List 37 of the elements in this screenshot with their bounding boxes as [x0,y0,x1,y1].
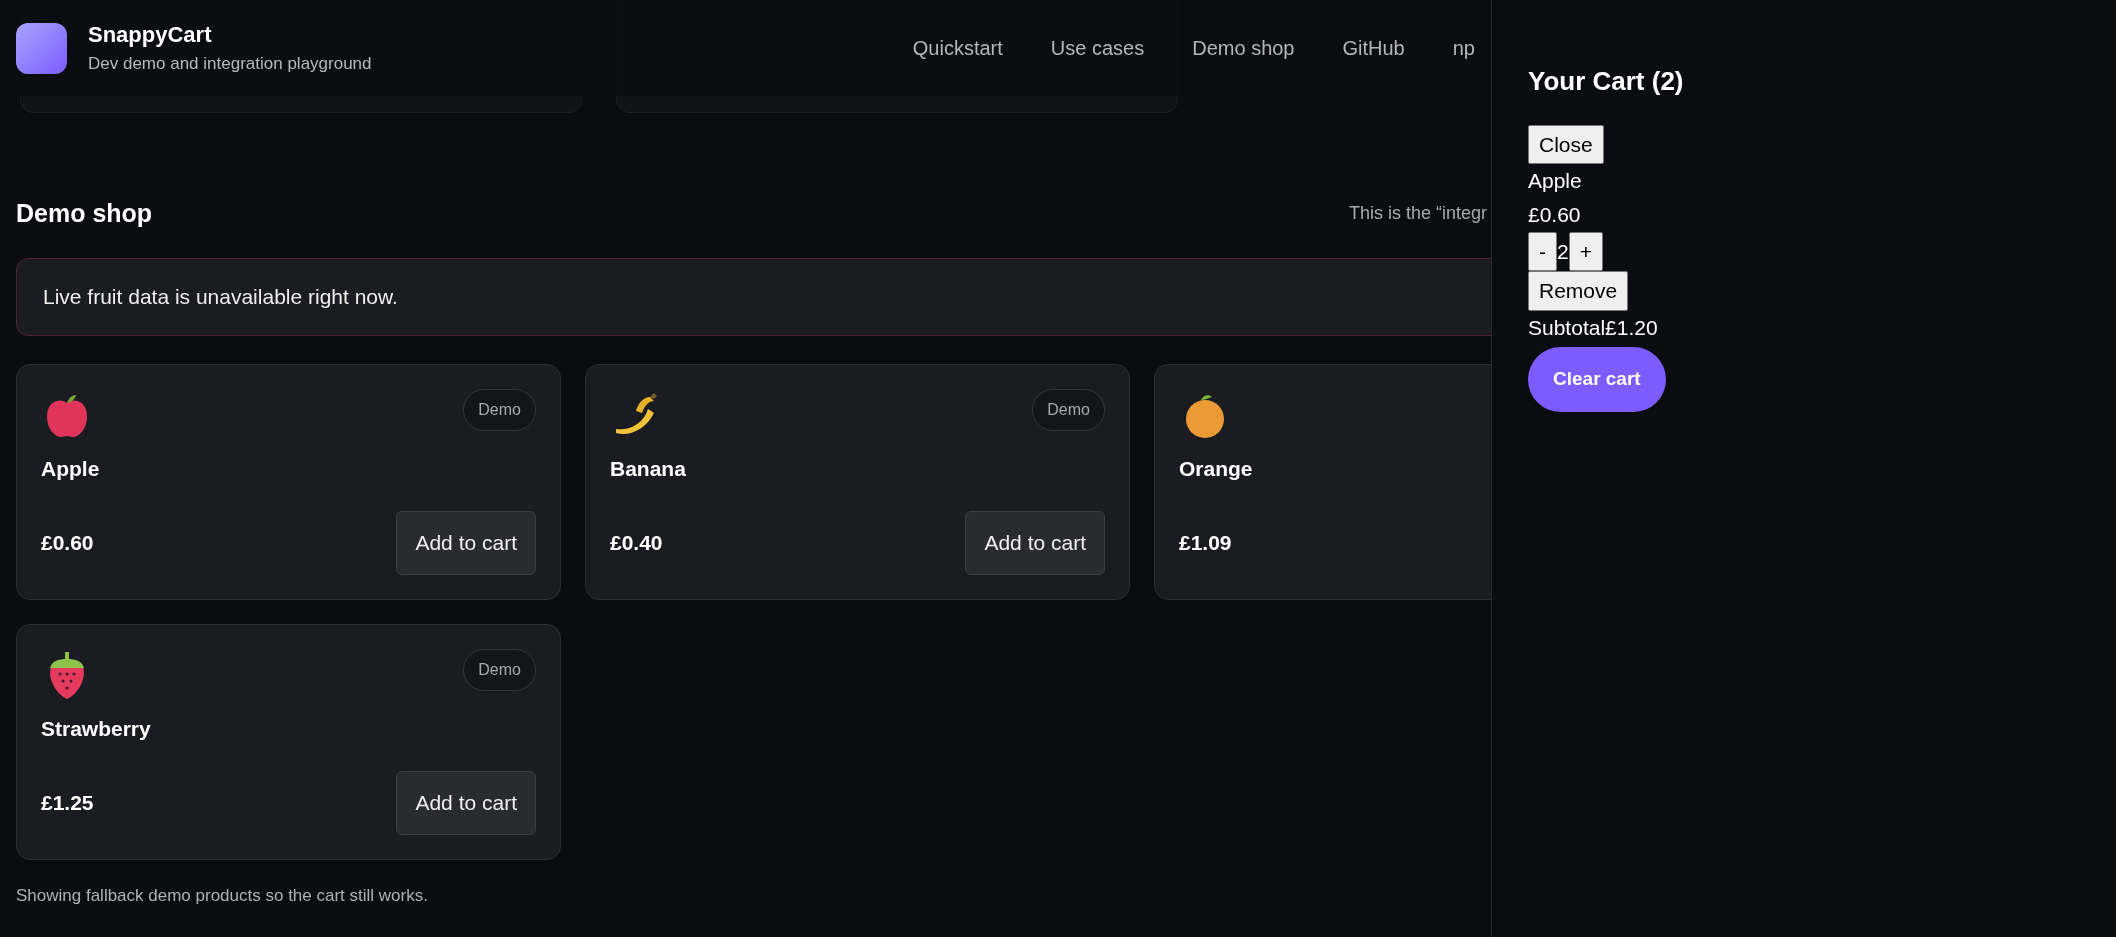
product-name: Apple [41,457,101,481]
remove-button[interactable]: Remove [1528,271,1629,311]
product-name: Orange [1179,457,1254,481]
demo-badge: Demo [463,649,536,691]
close-button[interactable]: Close [1528,125,1604,165]
product-price: £0.60 [41,531,94,555]
add-to-cart-button[interactable]: Add to cart [965,511,1105,575]
increase-button[interactable]: + [1568,232,1603,272]
nav-link[interactable]: GitHub [1342,36,1405,60]
nav-link[interactable]: Use cases [1050,36,1145,60]
clear-cart-button[interactable]: Clear cart [1528,346,1666,412]
footnote: Showing fallback demo products so the cart still works. [16,886,429,906]
nav-link[interactable]: np [1452,36,1475,60]
add-to-cart-button[interactable]: Add to cart [396,771,536,835]
add-to-cart-button[interactable]: Add to cart [396,511,536,575]
demo-badge: Demo [1032,389,1105,431]
brand-subtitle: Dev demo and integration playground [88,54,372,74]
cart-item-name: Apple [1528,169,1582,193]
cart-title: Your Cart (2) [1528,66,1685,97]
alert-message: Live fruit data is unavailable right now. [16,258,1491,336]
product-price: £1.25 [41,791,94,815]
subtotal-label: Subtotal [1528,315,1606,339]
nav-link[interactable]: Quickstart [912,36,1003,60]
product-price: £0.40 [610,531,663,555]
section-title: Demo shop [16,199,153,228]
product-name: Banana [610,457,687,481]
cart-item-price: £0.60 [1528,203,1581,227]
product-name: Strawberry [41,717,152,741]
brand-title: SnappyCart [88,22,213,48]
subtotal-value: £1.20 [1605,315,1658,339]
quantity: 2 [1557,239,1569,264]
section-note: This is the “integr [1348,203,1487,224]
nav-link[interactable]: Demo shop [1192,36,1295,60]
demo-badge: Demo [463,389,536,431]
logo-icon [16,22,67,74]
decrease-button[interactable]: - [1528,232,1557,272]
product-price: £1.09 [1179,531,1232,555]
